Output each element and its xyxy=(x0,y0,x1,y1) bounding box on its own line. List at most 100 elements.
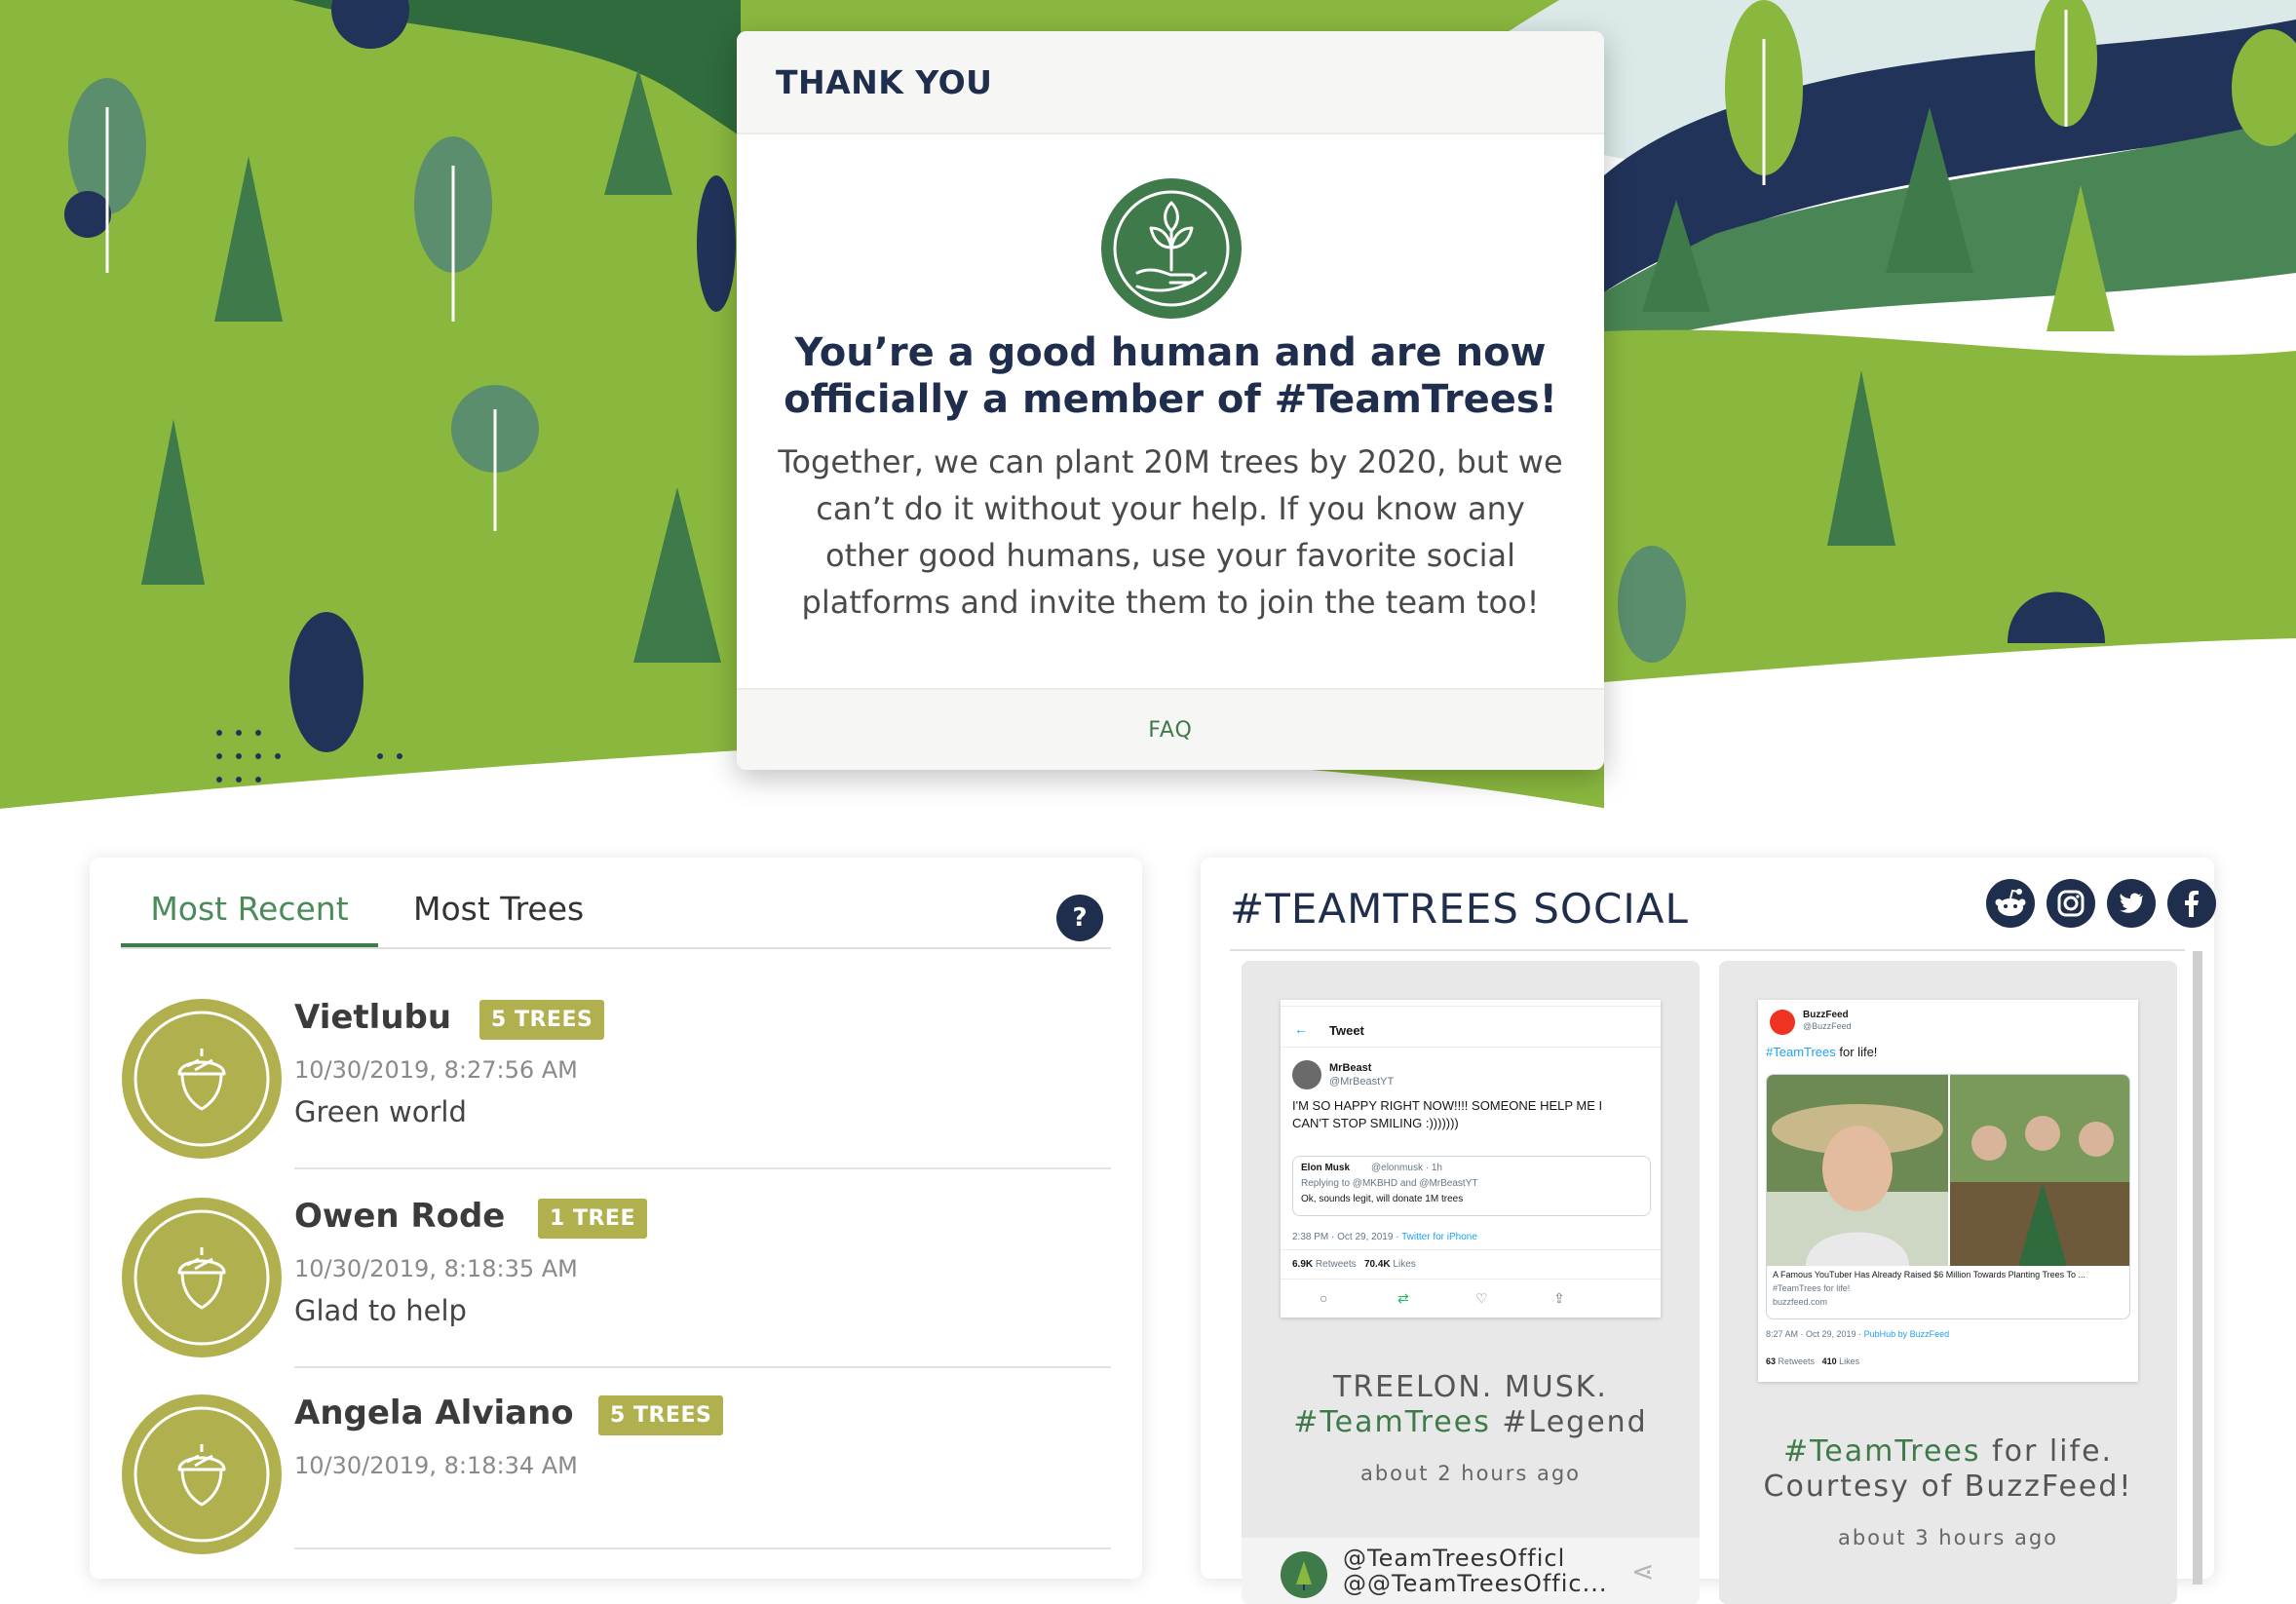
donor-entry: Angela Alviano 5 TREES 10/30/2019, 8:18:… xyxy=(121,1394,1111,1579)
entry-divider xyxy=(294,1366,1111,1368)
share-icon: ⇪ xyxy=(1553,1290,1565,1306)
reply-icon: ○ xyxy=(1320,1290,1328,1306)
acorn-icon xyxy=(122,999,282,1159)
donor-message: Glad to help xyxy=(294,1294,467,1327)
link-card: A Famous YouTuber Has Already Raised $6 … xyxy=(1766,1074,2130,1319)
entry-divider xyxy=(294,1167,1111,1169)
hands-seedling-icon xyxy=(1101,178,1242,319)
tweet-screenshot: BuzzFeed @BuzzFeed #TeamTrees for life! xyxy=(1758,1000,2138,1382)
social-post-card[interactable]: BuzzFeed @BuzzFeed #TeamTrees for life! xyxy=(1719,961,2177,1604)
tweet-text: I'M SO HAPPY RIGHT NOW!!!! SOMEONE HELP … xyxy=(1292,1097,1602,1132)
tweet-author: BuzzFeed xyxy=(1803,1010,1849,1020)
tweet-timestamp: 8:27 AM · Oct 29, 2019 · PubHub by BuzzF… xyxy=(1766,1329,1949,1339)
back-arrow-icon: ← xyxy=(1294,1021,1308,1037)
quote-text: Ok, sounds legit, will donate 1M trees xyxy=(1301,1194,1464,1204)
retweets-label: Retweets xyxy=(1778,1356,1816,1366)
retweet-icon: ⇄ xyxy=(1397,1290,1409,1306)
tweet-author: MrBeast xyxy=(1329,1062,1372,1074)
like-count: 70.4K xyxy=(1363,1259,1391,1270)
entry-divider xyxy=(294,1547,1111,1549)
social-title: #TEAMTREES SOCIAL xyxy=(1230,885,1689,933)
post-footer: @TeamTreesOfficl @@TeamTreesOffic... ⋖ xyxy=(1242,1538,1700,1604)
modal-footer: FAQ xyxy=(737,688,1604,770)
tab-most-recent[interactable]: Most Recent xyxy=(121,887,378,947)
post-age: about 2 hours ago xyxy=(1359,1462,1582,1485)
post-caption: #TeamTrees for life. Courtesy of BuzzFee… xyxy=(1729,1434,2167,1505)
buzzfeed-avatar xyxy=(1770,1010,1795,1035)
hashtag: #TeamTrees xyxy=(1293,1405,1491,1439)
tweet-screenshot: ← Tweet MrBeast @MrBeastYT I'M SO HAPPY … xyxy=(1281,1000,1661,1318)
tweet-text-line1: I'M SO HAPPY RIGHT NOW!!!! SOMEONE HELP … xyxy=(1292,1098,1603,1113)
instagram-icon[interactable] xyxy=(2047,879,2095,928)
posts-scrollbar[interactable] xyxy=(2193,951,2202,1585)
tweet-time: 2:38 PM · Oct 29, 2019 · xyxy=(1292,1232,1402,1242)
teamtrees-social-panel: #TEAMTREES SOCIAL ← Tweet MrBeast @MrBea… xyxy=(1201,858,2216,1604)
tweet-author-handle: @BuzzFeed xyxy=(1803,1021,1852,1031)
tweet-header: Tweet xyxy=(1329,1023,1364,1038)
link-title: A Famous YouTuber Has Already Raised $6 … xyxy=(1773,1270,2086,1279)
social-post-card[interactable]: ← Tweet MrBeast @MrBeastYT I'M SO HAPPY … xyxy=(1242,961,1700,1604)
social-divider xyxy=(1230,949,2185,951)
modal-body-line2: can’t do it without your help. If you kn… xyxy=(816,490,1525,527)
post-caption-line2: #TeamTrees #Legend xyxy=(1251,1405,1690,1440)
facebook-icon[interactable] xyxy=(2167,879,2216,928)
avatar xyxy=(1292,1060,1321,1089)
quote-meta: @elonmusk · 1h xyxy=(1371,1163,1442,1173)
post-caption-line1: TREELON. MUSK. xyxy=(1333,1370,1608,1404)
twitter-icon[interactable] xyxy=(2107,879,2156,928)
post-handle-line2: @@TeamTreesOffic... xyxy=(1343,1570,1608,1597)
tweet-text: #TeamTrees for life! xyxy=(1766,1045,1877,1059)
post-caption: TREELON. MUSK. #TeamTrees #Legend xyxy=(1251,1370,1690,1440)
reddit-icon[interactable] xyxy=(1986,879,2035,928)
donation-timestamp: 10/30/2019, 8:27:56 AM xyxy=(294,1056,578,1084)
likes-label: Likes xyxy=(1393,1259,1416,1270)
tweet-text-line2: CAN'T STOP SMILING :))))))) xyxy=(1292,1116,1459,1130)
caption-text: for life. xyxy=(1980,1434,2114,1469)
donor-entry: Vietlubu 5 TREES 10/30/2019, 8:27:56 AM … xyxy=(121,998,1111,1183)
thank-you-modal: THANK YOU You’re a good human and are no… xyxy=(737,31,1604,770)
donor-entry: Owen Rode 1 TREE 10/30/2019, 8:18:35 AM … xyxy=(121,1197,1111,1382)
quote-reply: Replying to @MKBHD and @MrBeastYT xyxy=(1301,1178,1478,1189)
tweet-hashtag: #TeamTrees xyxy=(1766,1045,1836,1059)
modal-body-line3: other good humans, use your favorite soc… xyxy=(824,537,1516,574)
teamtrees-avatar-icon xyxy=(1281,1551,1327,1598)
link-subtitle: #TeamTrees for life! xyxy=(1773,1283,1851,1293)
acorn-icon xyxy=(122,1394,282,1554)
modal-headline-line1: You’re a good human and are now xyxy=(794,330,1547,375)
tweet-stats: 6.9K Retweets 70.4K Likes xyxy=(1292,1259,1416,1270)
modal-headline-line2: officially a member of #TeamTrees! xyxy=(784,377,1557,422)
photo-man-in-hat xyxy=(1767,1075,1948,1266)
donor-message: Green world xyxy=(294,1095,467,1128)
donation-timestamp: 10/30/2019, 8:18:34 AM xyxy=(294,1452,578,1479)
donation-timestamp: 10/30/2019, 8:18:35 AM xyxy=(294,1255,578,1282)
tweet-source: PubHub by BuzzFeed xyxy=(1863,1329,1950,1339)
retweet-count: 63 xyxy=(1766,1356,1777,1366)
retweets-label: Retweets xyxy=(1315,1259,1357,1270)
quoted-tweet: Elon Musk @elonmusk · 1h Replying to @MK… xyxy=(1292,1156,1651,1216)
like-icon: ♡ xyxy=(1475,1290,1488,1306)
modal-body-line1: Together, we can plant 20M trees by 2020… xyxy=(778,443,1563,480)
quote-author: Elon Musk xyxy=(1301,1163,1351,1173)
tweet-author-handle: @MrBeastYT xyxy=(1329,1076,1395,1088)
tweet-timestamp: 2:38 PM · Oct 29, 2019 · Twitter for iPh… xyxy=(1292,1232,1477,1242)
post-handle: @TeamTreesOfficl @@TeamTreesOffic... xyxy=(1343,1546,1607,1596)
photo-group-planting xyxy=(1950,1075,2129,1266)
share-icon[interactable]: ⋖ xyxy=(1631,1555,1654,1587)
help-button[interactable]: ? xyxy=(1056,895,1103,941)
like-count: 410 xyxy=(1821,1356,1837,1366)
tweet-time: 8:27 AM · Oct 29, 2019 · xyxy=(1766,1329,1864,1339)
post-caption-line2: Courtesy of BuzzFeed! xyxy=(1763,1470,2133,1504)
tweet-stats: 63 Retweets 410 Likes xyxy=(1766,1356,1859,1366)
modal-title: THANK YOU xyxy=(776,62,993,101)
tree-count-badge: 5 TREES xyxy=(598,1395,724,1435)
faq-link[interactable]: FAQ xyxy=(1148,718,1193,743)
post-handle-line1: @TeamTreesOfficl xyxy=(1343,1545,1566,1572)
tree-count-badge: 1 TREE xyxy=(538,1199,647,1239)
donor-name: Owen Rode xyxy=(294,1197,506,1236)
modal-headline: You’re a good human and are now official… xyxy=(766,329,1575,423)
modal-body-text: Together, we can plant 20M trees by 2020… xyxy=(776,439,1565,626)
tab-most-trees[interactable]: Most Trees xyxy=(413,887,584,947)
leaderboard-tabs: Most Recent Most Trees xyxy=(121,887,1111,949)
donor-leaderboard-panel: Most Recent Most Trees ? Vietlubu 5 TREE… xyxy=(90,858,1142,1579)
hashtag: #TeamTrees xyxy=(1782,1434,1981,1469)
